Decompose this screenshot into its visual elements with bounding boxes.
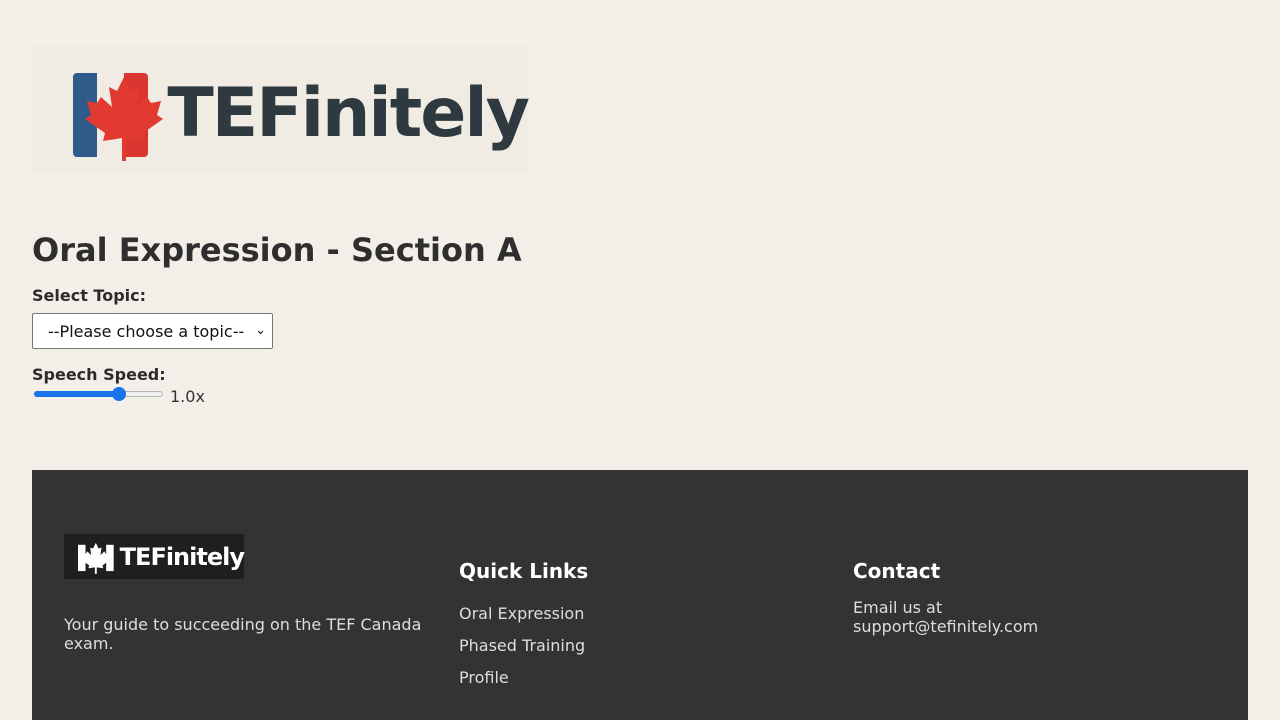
footer-tagline: Your guide to succeeding on the TEF Cana… xyxy=(64,615,422,653)
quick-links-title: Quick Links xyxy=(459,559,589,583)
footer-link-oral-expression[interactable]: Oral Expression xyxy=(459,604,584,623)
contact-title: Contact xyxy=(853,559,941,583)
header-logo[interactable]: TEFinitely xyxy=(32,46,530,174)
maple-leaf-icon xyxy=(73,61,163,161)
brand-name: TEFinitely xyxy=(167,74,530,153)
footer-link-profile[interactable]: Profile xyxy=(459,668,509,687)
speed-value: 1.0x xyxy=(170,387,205,406)
site-footer: TEFinitely Your guide to succeeding on t… xyxy=(32,470,1248,720)
speed-slider[interactable] xyxy=(34,387,163,401)
footer-brand-name: TEFinitely xyxy=(119,542,245,571)
chevron-down-icon: ⌄ xyxy=(255,323,266,338)
slider-thumb[interactable] xyxy=(112,387,127,401)
contact-email[interactable]: Email us at support@tefinitely.com xyxy=(853,598,1073,636)
maple-leaf-icon xyxy=(78,542,114,574)
footer-logo[interactable]: TEFinitely xyxy=(64,534,245,579)
topic-select-value: --Please choose a topic-- xyxy=(48,321,245,341)
topic-select[interactable]: --Please choose a topic-- ⌄ xyxy=(32,313,273,349)
slider-fill xyxy=(34,391,120,397)
page-title: Oral Expression - Section A xyxy=(32,231,522,269)
speed-label: Speech Speed: xyxy=(32,365,166,384)
topic-label: Select Topic: xyxy=(32,286,147,305)
footer-link-phased-training[interactable]: Phased Training xyxy=(459,636,585,655)
